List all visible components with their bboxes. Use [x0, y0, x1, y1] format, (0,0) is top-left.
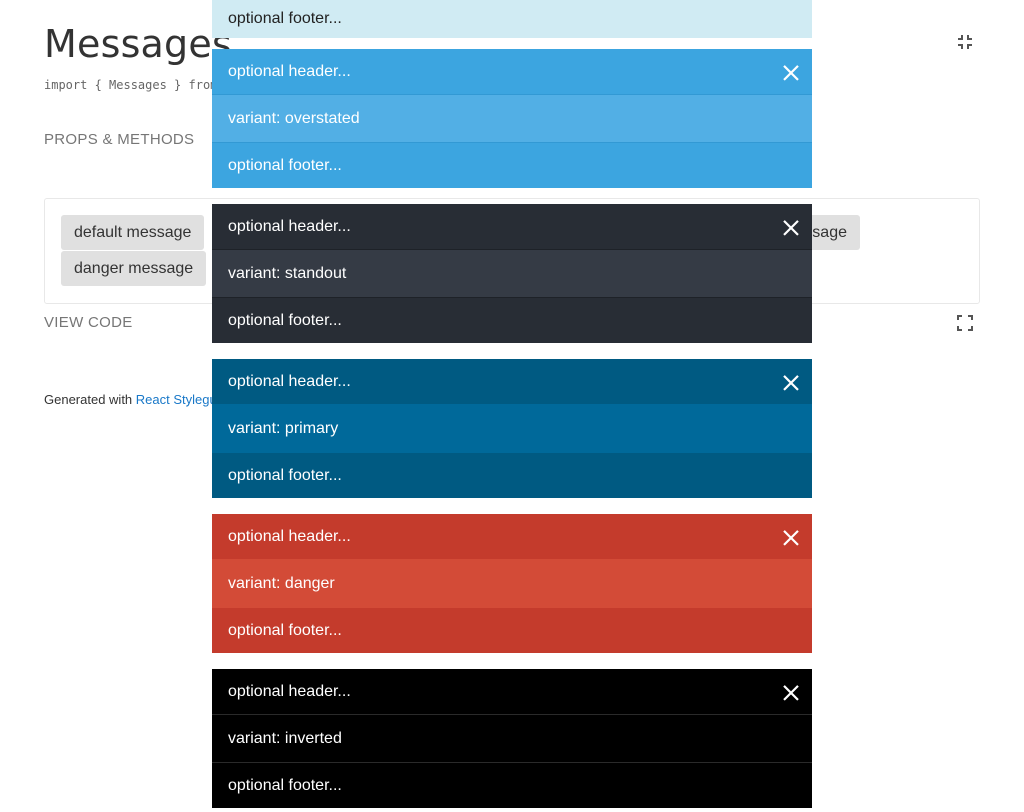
message-danger: optional header... variant: danger optio…: [212, 514, 812, 653]
message-footer: optional footer...: [212, 763, 812, 808]
close-icon[interactable]: [782, 683, 800, 701]
message-footer: optional footer...: [212, 298, 812, 343]
import-statement: import { Messages } from: [44, 78, 218, 92]
footer-credit: Generated with React Stylegu: [44, 392, 217, 407]
message-header-text: optional header...: [228, 217, 351, 235]
react-styleguidist-link[interactable]: React Stylegu: [136, 392, 217, 407]
view-code-link[interactable]: VIEW CODE: [44, 314, 133, 331]
message-body: variant: primary: [212, 404, 812, 453]
default-message-button[interactable]: default message: [61, 215, 205, 250]
close-icon[interactable]: [782, 373, 800, 391]
message-header-text: optional header...: [228, 372, 351, 390]
message-footer: optional footer...: [212, 143, 812, 188]
message-header-text: optional header...: [228, 682, 351, 700]
close-icon[interactable]: [782, 528, 800, 546]
message-body: variant: standout: [212, 249, 812, 298]
message-body: variant: overstated: [212, 94, 812, 143]
page-title: Messages: [44, 22, 232, 66]
message-body: variant: inverted: [212, 714, 812, 763]
message-overstated: optional header... variant: overstated o…: [212, 49, 812, 188]
message-header: optional header...: [212, 359, 812, 404]
close-icon[interactable]: [782, 63, 800, 81]
message-header-text: optional header...: [228, 62, 351, 80]
fullscreen-icon[interactable]: [956, 314, 974, 332]
close-icon[interactable]: [782, 218, 800, 236]
message-header: optional header...: [212, 49, 812, 94]
message-footer: optional footer...: [212, 0, 812, 38]
message-body: variant: danger: [212, 559, 812, 608]
message-inverted: optional header... variant: inverted opt…: [212, 669, 812, 808]
message-header-text: optional header...: [228, 527, 351, 545]
message-primary: optional header... variant: primary opti…: [212, 359, 812, 498]
danger-message-button[interactable]: danger message: [61, 251, 207, 286]
message-standout: optional header... variant: standout opt…: [212, 204, 812, 343]
message-footer: optional footer...: [212, 453, 812, 498]
footer-credit-prefix: Generated with: [44, 392, 136, 407]
message-header: optional header...: [212, 204, 812, 249]
message-header: optional header...: [212, 514, 812, 559]
message-header: optional header...: [212, 669, 812, 714]
collapse-icon[interactable]: [956, 33, 974, 51]
message-footer: optional footer...: [212, 608, 812, 653]
props-methods-link[interactable]: PROPS & METHODS: [44, 131, 194, 148]
